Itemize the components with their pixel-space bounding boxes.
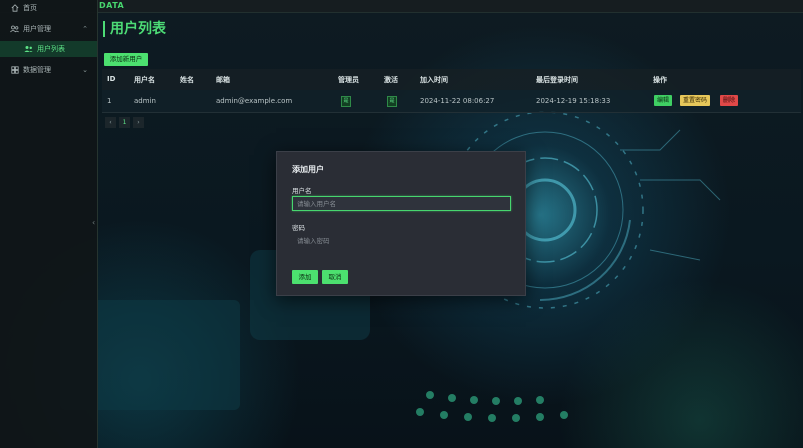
sidebar-item-home[interactable]: 首页: [0, 0, 97, 16]
column-header-joined: 加入时间: [420, 76, 448, 84]
column-header-admin: 管理员: [338, 76, 359, 84]
sidebar-item-label: 用户列表: [37, 45, 65, 53]
table-header: ID 用户名 姓名 邮箱 管理员 激活 加入时间 最后登录时间 操作: [102, 69, 801, 90]
sidebar-item-user-management[interactable]: 用户管理 ⌃: [0, 21, 97, 37]
sidebar-item-data-management[interactable]: 数据管理 ⌄: [0, 62, 97, 78]
prev-page-button[interactable]: ‹: [105, 117, 116, 128]
sidebar-item-user-list[interactable]: 用户列表: [0, 41, 97, 57]
page-number-button[interactable]: 1: [119, 117, 130, 128]
database-icon: [10, 66, 19, 75]
cell-id: 1: [107, 97, 112, 105]
cancel-button[interactable]: 取消: [322, 270, 348, 284]
cell-username: admin: [134, 97, 156, 105]
pagination: ‹ 1 ›: [105, 117, 144, 128]
chevron-down-icon: ⌄: [82, 66, 88, 74]
add-user-dialog: 添加用户 用户名 密码 添加 取消: [276, 151, 526, 296]
delete-button[interactable]: 删除: [720, 95, 739, 106]
brand-logo-text: DATA: [99, 1, 125, 10]
add-button[interactable]: 添加: [292, 270, 318, 284]
column-header-email: 邮箱: [216, 76, 230, 84]
sidebar-item-label: 首页: [23, 4, 37, 12]
add-new-user-button[interactable]: 添加新用户: [104, 53, 148, 66]
home-icon: [10, 4, 19, 13]
column-header-id: ID: [107, 75, 116, 83]
username-label: 用户名: [292, 187, 312, 195]
username-input[interactable]: [292, 196, 511, 211]
user-list-icon: [24, 45, 33, 54]
active-badge: 是: [387, 96, 397, 107]
admin-badge: 是: [341, 96, 351, 107]
column-header-actions: 操作: [653, 76, 667, 84]
sidebar: 首页 用户管理 ⌃ 用户列表 数据管理 ⌄ ‹: [0, 0, 98, 448]
column-header-active: 激活: [384, 76, 398, 84]
edit-button[interactable]: 编辑: [654, 95, 673, 106]
column-header-last-login: 最后登录时间: [536, 76, 578, 84]
password-input[interactable]: [292, 233, 511, 248]
sidebar-item-label: 数据管理: [23, 66, 51, 74]
page-title: 用户列表: [103, 21, 166, 37]
cell-email: admin@example.com: [216, 97, 293, 105]
chevron-up-icon: ⌃: [82, 25, 88, 33]
password-label: 密码: [292, 224, 305, 232]
cell-last-login: 2024-12-19 15:18:33: [536, 97, 611, 105]
column-header-name: 姓名: [180, 76, 194, 84]
users-icon: [10, 25, 19, 34]
dialog-title: 添加用户: [292, 165, 324, 174]
reset-password-button[interactable]: 重置密码: [680, 95, 711, 106]
sidebar-item-label: 用户管理: [23, 25, 51, 33]
cell-joined: 2024-11-22 08:06:27: [420, 97, 495, 105]
column-header-username: 用户名: [134, 76, 155, 84]
table-row: 1 admin admin@example.com 是 是 2024-11-22…: [102, 90, 801, 113]
next-page-button[interactable]: ›: [133, 117, 144, 128]
